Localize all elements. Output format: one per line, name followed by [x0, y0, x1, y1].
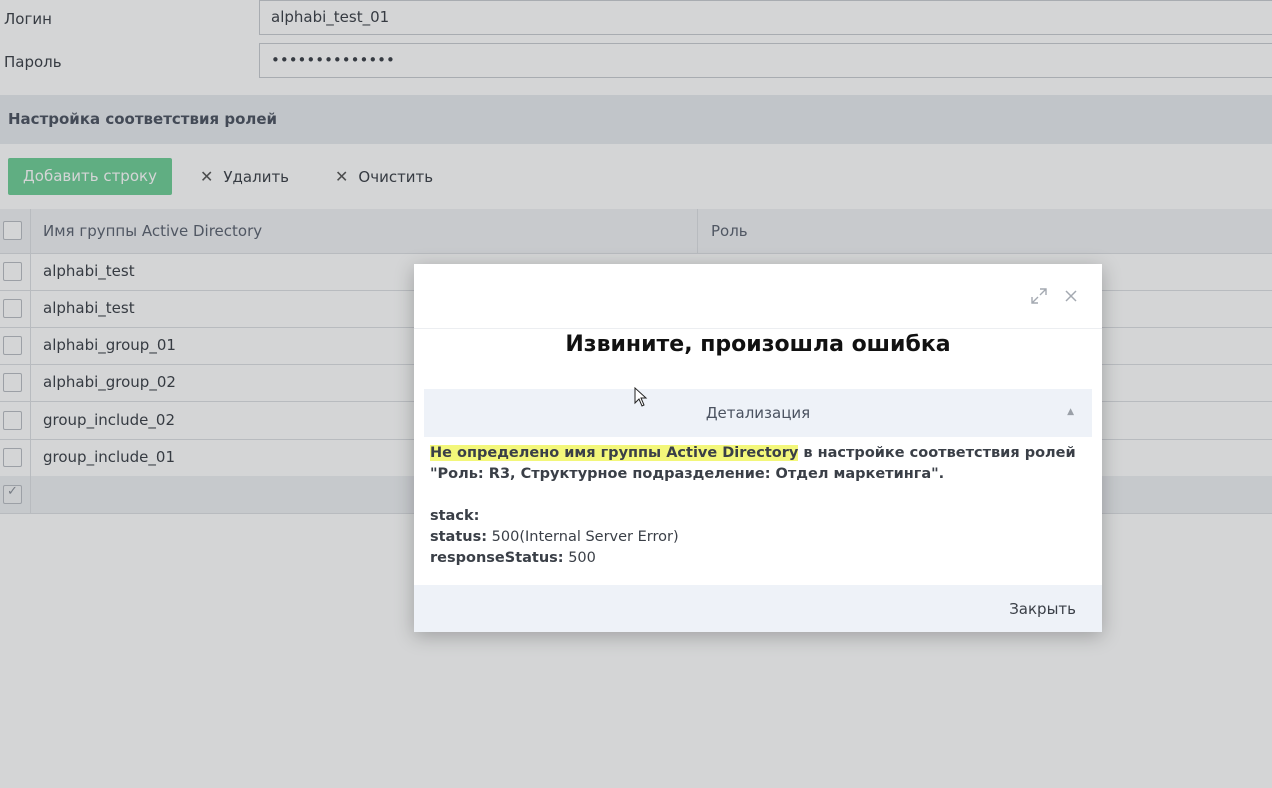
details-toggle[interactable]: Детализация ▲ — [424, 389, 1092, 437]
details-label: Детализация — [705, 404, 811, 422]
status-line: status: 500(Internal Server Error) — [430, 527, 1090, 548]
response-status-line: responseStatus: 500 — [430, 548, 1090, 569]
stack-label: stack: — [430, 508, 480, 524]
stack-line: stack: — [430, 506, 1090, 527]
close-icon[interactable] — [1061, 286, 1081, 306]
caret-up-icon: ▲ — [1067, 407, 1074, 417]
response-status-label: responseStatus: — [430, 550, 564, 566]
close-button[interactable]: Закрыть — [1009, 585, 1076, 633]
error-dialog: Извините, произошла ошибка Детализация ▲… — [414, 264, 1102, 632]
response-status-value: 500 — [563, 550, 596, 566]
expand-icon[interactable] — [1029, 286, 1049, 306]
mouse-cursor-icon — [634, 387, 648, 407]
error-message: Не определено имя группы Active Director… — [430, 443, 1090, 485]
status-value: 500(Internal Server Error) — [487, 529, 679, 545]
dialog-toolbar — [414, 264, 1102, 329]
dialog-footer: Закрыть — [414, 585, 1102, 632]
status-label: status: — [430, 529, 488, 545]
dialog-title: Извините, произошла ошибка — [565, 332, 951, 357]
error-details: Не определено имя группы Active Director… — [430, 443, 1090, 569]
highlighted-text: Не определено имя группы Active Director… — [430, 445, 799, 461]
